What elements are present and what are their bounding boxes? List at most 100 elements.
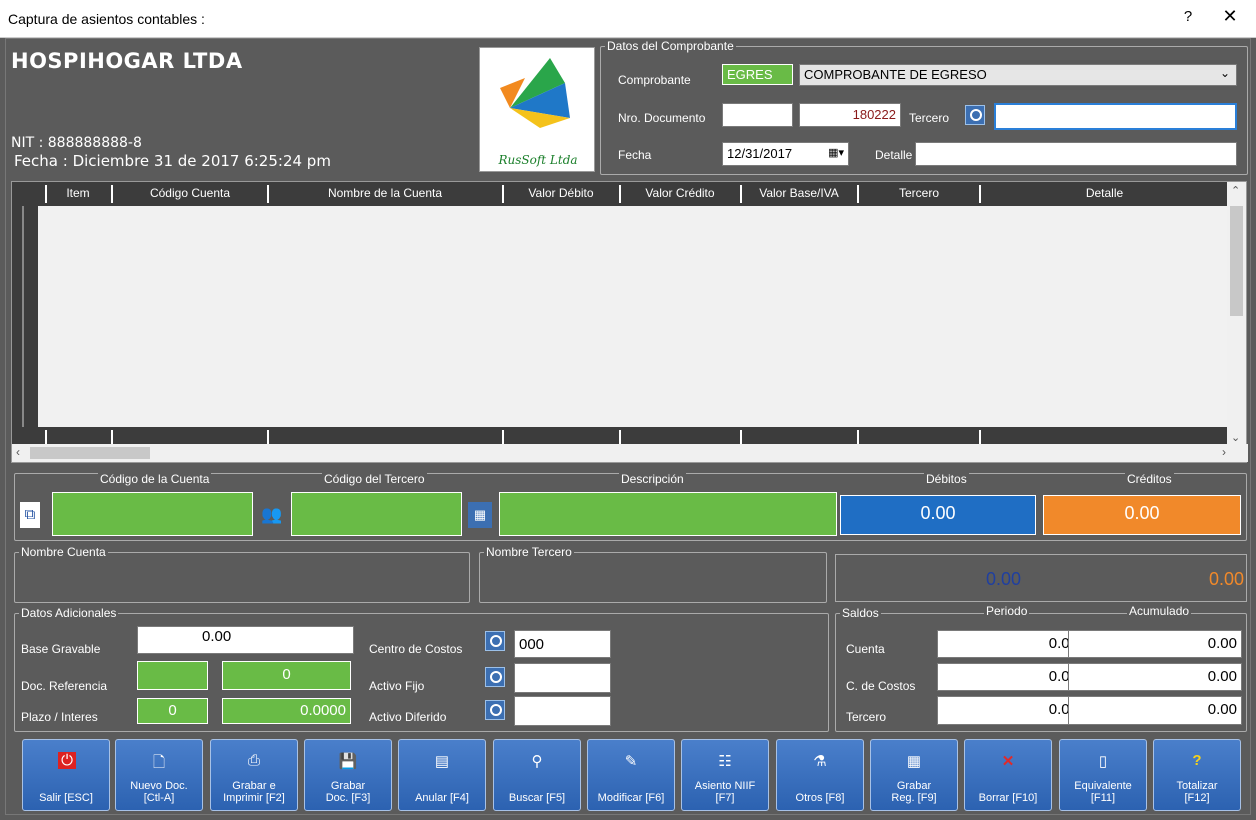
question-icon: ? bbox=[1192, 752, 1202, 769]
cuenta-lookup-icon[interactable]: ⧉ bbox=[20, 502, 40, 528]
users-icon[interactable]: 👥 bbox=[260, 502, 284, 528]
grabar-reg-label: Grabar Reg. [F9] bbox=[891, 780, 937, 804]
centro-costos-label: Centro de Costos bbox=[369, 642, 463, 656]
doc-referencia-field-2[interactable]: 0 bbox=[222, 661, 351, 690]
saldo-cuenta-periodo: 0.00 bbox=[937, 630, 1083, 658]
nro-prefix-field[interactable] bbox=[722, 103, 793, 127]
comprobante-legend: Datos del Comprobante bbox=[607, 39, 734, 53]
borrar-label: Borrar [F10] bbox=[978, 792, 1038, 804]
total-creditos: 0.00 bbox=[1208, 569, 1244, 589]
borrar-button[interactable]: ✕ Borrar [F10] bbox=[964, 739, 1052, 811]
scroll-right-icon[interactable]: › bbox=[1222, 445, 1226, 459]
debitos-label: Débitos bbox=[924, 472, 969, 486]
saldo-cuenta-label: Cuenta bbox=[846, 642, 885, 656]
saldo-tercero-acumulado: 0.00 bbox=[1068, 696, 1242, 725]
salir-button[interactable]: ⏻ Salir [ESC] bbox=[22, 739, 110, 811]
anular-button[interactable]: ▤ Anular [F4] bbox=[398, 739, 486, 811]
nombre-cuenta-group: Nombre Cuenta bbox=[14, 545, 470, 603]
nro-documento-field[interactable]: 180222 bbox=[799, 103, 901, 127]
descripcion-label: Descripción bbox=[619, 472, 686, 486]
search-tercero-icon[interactable] bbox=[965, 105, 985, 125]
horizontal-scroll-thumb[interactable] bbox=[30, 447, 150, 459]
tercero-field[interactable] bbox=[994, 103, 1237, 130]
main-form: HOSPIHOGAR LTDA NIT : 888888888-8 Fecha … bbox=[5, 38, 1251, 815]
saldo-cc-acumulado: 0.00 bbox=[1068, 663, 1242, 691]
activo-diferido-field[interactable] bbox=[514, 696, 611, 726]
nuevo-doc-button[interactable]: 🗋 Nuevo Doc. [Ctl-A] bbox=[115, 739, 203, 811]
scroll-left-icon[interactable]: ‹ bbox=[16, 445, 20, 459]
nombre-tercero-legend: Nombre Tercero bbox=[486, 545, 572, 559]
table-icon: ▦ bbox=[906, 753, 922, 770]
codigo-tercero-field[interactable] bbox=[291, 492, 462, 536]
logo-graphic bbox=[500, 58, 570, 128]
base-gravable-field[interactable]: 0.00 bbox=[137, 626, 354, 654]
base-gravable-label: Base Gravable bbox=[21, 642, 101, 656]
vertical-scroll-thumb[interactable] bbox=[1230, 206, 1243, 316]
saldo-cc-label: C. de Costos bbox=[846, 679, 916, 693]
saldo-cc-periodo: 0.00 bbox=[937, 663, 1083, 691]
modificar-button[interactable]: ✎ Modificar [F6] bbox=[587, 739, 675, 811]
fecha-label: Fecha bbox=[618, 148, 652, 162]
activo-fijo-label: Activo Fijo bbox=[369, 679, 425, 693]
search-centro-costos-icon[interactable] bbox=[485, 631, 505, 651]
buscar-button[interactable]: ⚲ Buscar [F5] bbox=[493, 739, 581, 811]
document-icon: ▤ bbox=[434, 753, 450, 770]
grabar-reg-button[interactable]: ▦ Grabar Reg. [F9] bbox=[870, 739, 958, 811]
calculator-icon[interactable]: ▦ bbox=[468, 502, 492, 528]
comprobante-code-field[interactable]: EGRES bbox=[722, 64, 793, 85]
col-valor-debito[interactable]: Valor Débito bbox=[504, 186, 618, 200]
interes-field[interactable]: 0.0000 bbox=[222, 698, 351, 724]
scroll-up-icon[interactable]: ⌃ bbox=[1231, 184, 1240, 197]
col-nombre-cuenta[interactable]: Nombre de la Cuenta bbox=[269, 186, 501, 200]
codigo-cuenta-label: Código de la Cuenta bbox=[98, 472, 212, 486]
descripcion-field[interactable] bbox=[499, 492, 837, 536]
codigo-cuenta-field[interactable] bbox=[52, 492, 253, 536]
entries-grid[interactable]: Item Código Cuenta Nombre de la Cuenta V… bbox=[11, 181, 1248, 463]
delete-icon: ✕ bbox=[1001, 753, 1015, 770]
col-codigo-cuenta[interactable]: Código Cuenta bbox=[113, 186, 267, 200]
col-valor-base-iva[interactable]: Valor Base/IVA bbox=[742, 186, 856, 200]
centro-costos-field[interactable]: 000 bbox=[514, 630, 611, 658]
saldo-cuenta-acumulado: 0.00 bbox=[1068, 630, 1242, 658]
buscar-label: Buscar [F5] bbox=[508, 792, 566, 804]
help-button[interactable]: ? bbox=[1176, 8, 1200, 25]
scroll-down-icon[interactable]: ⌄ bbox=[1231, 431, 1240, 444]
doc-referencia-field-1[interactable] bbox=[137, 661, 208, 690]
fecha-picker[interactable]: 12/31/2017 ▦▾ bbox=[722, 142, 849, 166]
total-debitos: 0.00 bbox=[986, 569, 1022, 589]
search-activo-fijo-icon[interactable] bbox=[485, 667, 505, 687]
window-title: Captura de asientos contables : bbox=[8, 11, 205, 27]
activo-fijo-field[interactable] bbox=[514, 663, 611, 693]
col-valor-credito[interactable]: Valor Crédito bbox=[621, 186, 739, 200]
saldos-legend: Saldos bbox=[842, 606, 879, 620]
comprobante-select[interactable]: COMPROBANTE DE EGRESO ⌄ bbox=[799, 64, 1237, 86]
col-tercero[interactable]: Tercero bbox=[859, 186, 979, 200]
edit-icon: ✎ bbox=[624, 753, 638, 770]
grabar-doc-button[interactable]: 💾 Grabar Doc. [F3] bbox=[304, 739, 392, 811]
codigo-tercero-label: Código del Tercero bbox=[322, 472, 427, 486]
grabar-imprimir-button[interactable]: ⎙ Grabar e Imprimir [F2] bbox=[210, 739, 298, 811]
close-button[interactable]: ✕ bbox=[1218, 6, 1242, 27]
col-detalle[interactable]: Detalle bbox=[981, 186, 1228, 200]
horizontal-scrollbar[interactable]: ‹ › bbox=[12, 444, 1248, 462]
totalizar-button[interactable]: ? Totalizar [F12] bbox=[1153, 739, 1241, 811]
vertical-scrollbar[interactable]: ⌃ ⌄ bbox=[1227, 182, 1246, 446]
asiento-niif-button[interactable]: ☷ Asiento NIIF [F7] bbox=[681, 739, 769, 811]
saldo-tercero-periodo: 0.00 bbox=[937, 696, 1083, 725]
acumulado-label: Acumulado bbox=[1127, 604, 1192, 618]
chevron-down-icon[interactable]: ⌄ bbox=[1220, 66, 1230, 80]
col-item[interactable]: Item bbox=[47, 186, 109, 200]
power-icon: ⏻ bbox=[58, 752, 76, 769]
search-activo-diferido-icon[interactable] bbox=[485, 700, 505, 720]
equivalente-button[interactable]: ▯ Equivalente [F11] bbox=[1059, 739, 1147, 811]
company-date: Fecha : Diciembre 31 de 2017 6:25:24 pm bbox=[14, 152, 331, 170]
creditos-field: 0.00 bbox=[1043, 495, 1241, 535]
otros-button[interactable]: ⚗ Otros [F8] bbox=[776, 739, 864, 811]
totalizar-label: Totalizar [F12] bbox=[1176, 780, 1218, 804]
calendar-icon[interactable]: ▦▾ bbox=[828, 146, 844, 159]
detalle-field[interactable] bbox=[915, 142, 1237, 166]
logo-text: RusSoft Ltda bbox=[498, 153, 578, 167]
activo-diferido-label: Activo Diferido bbox=[369, 710, 447, 724]
plazo-field[interactable]: 0 bbox=[137, 698, 208, 724]
tercero-label: Tercero bbox=[909, 111, 950, 125]
